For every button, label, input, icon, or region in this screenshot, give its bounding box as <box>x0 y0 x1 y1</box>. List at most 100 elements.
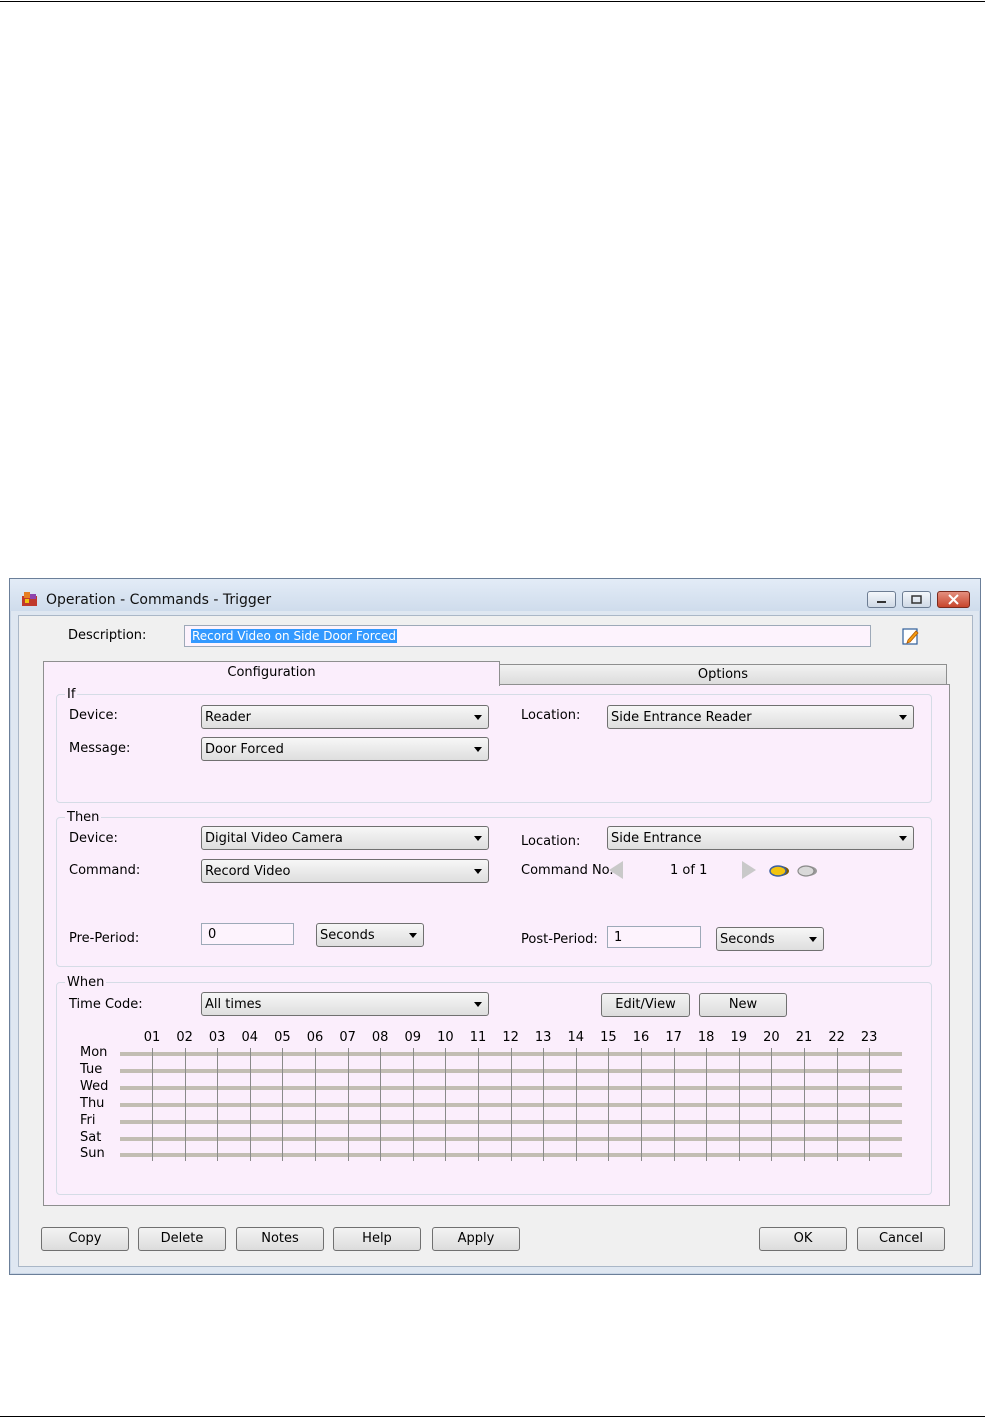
hour-label: 08 <box>371 1030 389 1045</box>
hour-label: 12 <box>502 1030 519 1045</box>
hour-gridline <box>641 1048 642 1161</box>
chevron-down-icon <box>474 1002 482 1007</box>
day-label: Thu <box>80 1095 105 1111</box>
hour-gridline <box>576 1048 577 1161</box>
hour-gridline <box>804 1048 805 1161</box>
then-group-title: Then <box>65 810 102 825</box>
chevron-down-icon <box>409 933 417 938</box>
chevron-down-icon <box>899 715 907 720</box>
if-device-select[interactable]: Reader <box>201 705 489 729</box>
time-code-label: Time Code: <box>69 997 143 1012</box>
hour-gridline <box>739 1048 740 1161</box>
hour-gridline <box>315 1048 316 1161</box>
then-command-label: Command: <box>69 863 141 878</box>
if-group-title: If <box>65 687 78 702</box>
if-device-label: Device: <box>69 708 118 723</box>
hour-gridline <box>674 1048 675 1161</box>
close-button[interactable] <box>937 591 970 608</box>
edit-view-button[interactable]: Edit/View <box>601 993 690 1017</box>
hour-label: 02 <box>176 1030 193 1045</box>
hour-label: 19 <box>730 1030 748 1045</box>
hour-gridline <box>282 1048 283 1161</box>
hour-label: 10 <box>437 1030 454 1045</box>
then-device-value: Digital Video Camera <box>205 831 343 846</box>
then-command-select[interactable]: Record Video <box>201 859 489 883</box>
hour-gridline <box>348 1048 349 1161</box>
if-message-label: Message: <box>69 741 131 756</box>
if-message-value: Door Forced <box>205 742 284 757</box>
hour-label: 13 <box>534 1030 552 1045</box>
hour-label: 14 <box>567 1030 585 1045</box>
hour-gridline <box>413 1048 414 1161</box>
hour-gridline <box>543 1048 544 1161</box>
title-bar[interactable]: Operation - Commands - Trigger <box>10 579 980 611</box>
description-input[interactable]: Record Video on Side Door Forced <box>184 625 871 647</box>
hour-gridline <box>478 1048 479 1161</box>
time-code-value: All times <box>205 997 262 1012</box>
hour-gridline <box>250 1048 251 1161</box>
hour-gridline <box>608 1048 609 1161</box>
post-period-unit-value: Seconds <box>720 932 775 947</box>
tab-options[interactable]: Options <box>499 664 947 685</box>
hour-label: 18 <box>697 1030 715 1045</box>
previous-command-icon[interactable] <box>609 861 623 879</box>
then-location-select[interactable]: Side Entrance <box>607 826 914 850</box>
chevron-down-icon <box>474 869 482 874</box>
post-period-label: Post-Period: <box>521 932 598 947</box>
post-period-unit-select[interactable]: Seconds <box>716 927 824 951</box>
new-time-code-button[interactable]: New <box>699 993 787 1017</box>
pre-period-unit-select[interactable]: Seconds <box>316 923 424 947</box>
hour-label: 20 <box>763 1030 780 1045</box>
pre-period-unit-value: Seconds <box>320 928 375 943</box>
minimize-icon <box>877 601 886 603</box>
add-command-icon[interactable] <box>768 864 790 878</box>
hour-gridline <box>152 1048 153 1161</box>
chevron-down-icon <box>899 836 907 841</box>
apply-button[interactable]: Apply <box>432 1227 520 1251</box>
description-value: Record Video on Side Door Forced <box>191 629 397 643</box>
delete-button[interactable]: Delete <box>138 1227 226 1251</box>
hour-label: 09 <box>404 1030 422 1045</box>
hour-label: 05 <box>274 1030 291 1045</box>
if-location-label: Location: <box>521 708 581 723</box>
edit-note-icon[interactable] <box>902 627 920 645</box>
day-label: Mon <box>80 1045 108 1060</box>
copy-button[interactable]: Copy <box>41 1227 129 1251</box>
hour-label: 06 <box>306 1030 324 1045</box>
close-icon <box>948 594 959 605</box>
ok-button[interactable]: OK <box>759 1227 847 1251</box>
maximize-icon <box>911 595 922 604</box>
if-message-select[interactable]: Door Forced <box>201 737 489 761</box>
delete-command-icon[interactable] <box>796 864 818 878</box>
help-button[interactable]: Help <box>333 1227 421 1251</box>
day-label: Fri <box>80 1112 96 1128</box>
post-period-input[interactable]: 1 <box>607 926 701 948</box>
minimize-button[interactable] <box>867 591 896 608</box>
cancel-button[interactable]: Cancel <box>857 1227 945 1251</box>
hour-gridline <box>445 1048 446 1161</box>
tab-configuration[interactable]: Configuration <box>43 661 500 686</box>
hour-gridline <box>185 1048 186 1161</box>
if-location-select[interactable]: Side Entrance Reader <box>607 705 914 729</box>
notes-button[interactable]: Notes <box>236 1227 324 1251</box>
maximize-button[interactable] <box>902 591 931 608</box>
hour-label: 22 <box>828 1030 845 1045</box>
day-label: Sun <box>80 1146 105 1162</box>
trigger-dialog-window: Operation - Commands - Trigger Descripti… <box>9 578 981 1275</box>
then-device-select[interactable]: Digital Video Camera <box>201 826 489 850</box>
when-group-title: When <box>65 975 107 990</box>
time-code-select[interactable]: All times <box>201 992 489 1016</box>
next-command-icon[interactable] <box>742 861 756 879</box>
pre-period-input[interactable]: 0 <box>201 923 294 945</box>
hour-gridline <box>706 1048 707 1161</box>
chevron-down-icon <box>474 747 482 752</box>
chevron-down-icon <box>809 937 817 942</box>
then-location-label: Location: <box>521 834 581 849</box>
hour-label: 04 <box>241 1030 259 1045</box>
hour-gridline <box>380 1048 381 1161</box>
pre-period-label: Pre-Period: <box>69 931 140 946</box>
then-command-value: Record Video <box>205 864 291 879</box>
hour-label: 07 <box>339 1030 356 1045</box>
hour-label: 11 <box>469 1030 487 1045</box>
pre-period-value: 0 <box>208 927 217 942</box>
